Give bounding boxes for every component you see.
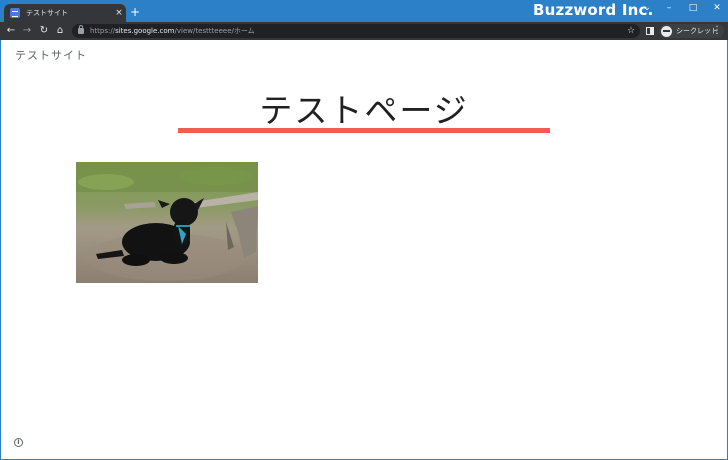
browser-toolbar: ← → ↻ ⌂ https://sites.google.com/view/te… <box>0 22 728 40</box>
lamb-photo-svg <box>76 162 258 283</box>
site-name-link[interactable]: テストサイト <box>15 47 87 63</box>
back-icon[interactable]: ← <box>4 24 18 38</box>
lock-icon[interactable] <box>78 25 84 34</box>
side-panel-icon[interactable] <box>646 27 654 35</box>
tab-search-icon[interactable]: ⌄ <box>640 3 654 13</box>
tab-title: テストサイト <box>26 9 68 17</box>
close-window-button[interactable]: ✕ <box>710 3 724 13</box>
page-content: テストサイト テストページ i <box>1 40 727 459</box>
kebab-menu-icon[interactable]: ⋮ <box>711 24 723 38</box>
info-icon[interactable]: i <box>14 438 23 447</box>
url-host: sites.google.com <box>115 27 175 35</box>
reload-icon[interactable]: ↻ <box>37 24 51 38</box>
black-lamb-image <box>76 162 258 283</box>
title-bar: テストサイト × + Buzzword Inc. ⌄ – □ ✕ <box>0 0 728 22</box>
google-sites-icon <box>10 8 20 18</box>
url-text[interactable]: https://sites.google.com/view/testtteeee… <box>90 26 255 36</box>
home-icon[interactable]: ⌂ <box>53 24 67 38</box>
brand-watermark: Buzzword Inc. <box>533 1 654 19</box>
incognito-icon <box>661 25 672 37</box>
browser-tab[interactable]: テストサイト × <box>4 4 126 22</box>
maximize-button[interactable]: □ <box>686 3 700 13</box>
forward-icon[interactable]: → <box>20 24 34 38</box>
tab-close-icon[interactable]: × <box>112 8 126 18</box>
address-bar[interactable]: https://sites.google.com/view/testtteeee… <box>72 24 640 38</box>
page-title: テストページ <box>259 91 469 130</box>
minimize-button[interactable]: – <box>662 3 676 13</box>
bookmark-star-icon[interactable]: ☆ <box>624 24 638 38</box>
new-tab-button[interactable]: + <box>130 5 140 19</box>
url-scheme: https:// <box>90 27 116 35</box>
title-underline <box>178 128 550 133</box>
url-path: /view/testtteeee/ホーム <box>174 27 255 35</box>
